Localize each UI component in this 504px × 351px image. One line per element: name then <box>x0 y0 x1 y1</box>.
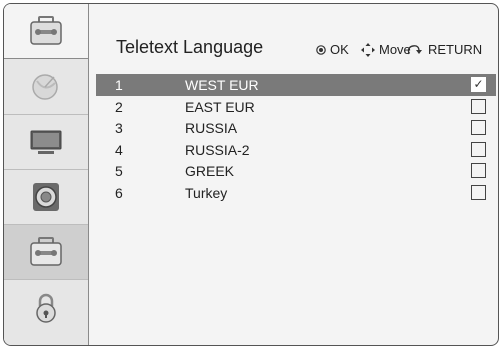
row-number: 1 <box>115 77 123 93</box>
move-hint: Move <box>361 42 411 57</box>
ok-button-icon <box>316 44 326 55</box>
language-checkbox[interactable] <box>471 163 486 178</box>
row-label: GREEK <box>185 163 235 179</box>
return-hint-label: RETURN <box>428 42 483 57</box>
language-checkbox[interactable] <box>471 184 486 200</box>
toolbox-icon <box>30 237 62 266</box>
sidebar-item-option-header <box>4 4 88 59</box>
sidebar-item-picture[interactable] <box>4 115 88 170</box>
language-checkbox[interactable] <box>471 98 486 114</box>
row-number: 3 <box>115 120 123 136</box>
return-arrow-icon <box>407 44 422 54</box>
toolbox-icon <box>30 16 62 45</box>
language-row-5[interactable]: 5 GREEK <box>96 160 496 182</box>
ok-hint-label: OK <box>330 42 349 57</box>
language-row-2[interactable]: 2 EAST EUR <box>96 96 496 118</box>
language-list: 1 WEST EUR ✓ 2 EAST EUR 3 RUSSIA 4 RUSSI… <box>96 74 496 203</box>
page-title: Teletext Language <box>116 37 264 57</box>
row-number: 2 <box>115 98 123 115</box>
ok-hint: OK <box>316 42 349 57</box>
language-row-4[interactable]: 4 RUSSIA-2 <box>96 139 496 161</box>
language-checkbox[interactable]: ✓ <box>471 77 486 92</box>
sidebar-item-option[interactable] <box>4 225 88 280</box>
sidebar-item-setup[interactable] <box>4 60 88 115</box>
row-label: WEST EUR <box>185 77 259 93</box>
monitor-icon <box>30 130 62 154</box>
row-number: 5 <box>115 163 123 179</box>
category-sidebar <box>4 4 89 345</box>
speaker-icon <box>33 183 59 211</box>
row-label: RUSSIA <box>185 120 238 136</box>
row-label: Turkey <box>185 184 228 201</box>
language-checkbox[interactable] <box>471 120 486 135</box>
row-label: RUSSIA-2 <box>185 141 250 158</box>
language-checkbox[interactable] <box>471 141 486 157</box>
language-row-6[interactable]: 6 Turkey <box>96 182 496 204</box>
move-arrows-icon <box>361 42 375 57</box>
row-label: EAST EUR <box>185 98 255 115</box>
satellite-dish-icon <box>32 74 58 100</box>
language-row-3[interactable]: 3 RUSSIA <box>96 117 496 139</box>
row-number: 6 <box>115 184 123 201</box>
sidebar-item-lock[interactable] <box>4 280 88 335</box>
language-row-1[interactable]: 1 WEST EUR ✓ <box>96 74 496 96</box>
padlock-icon <box>36 293 56 323</box>
osd-menu-window: Teletext Language OK Move RETURN 1 WEST … <box>3 3 499 346</box>
row-number: 4 <box>115 141 123 158</box>
return-hint: RETURN <box>406 42 482 57</box>
sidebar-item-audio[interactable] <box>4 170 88 225</box>
